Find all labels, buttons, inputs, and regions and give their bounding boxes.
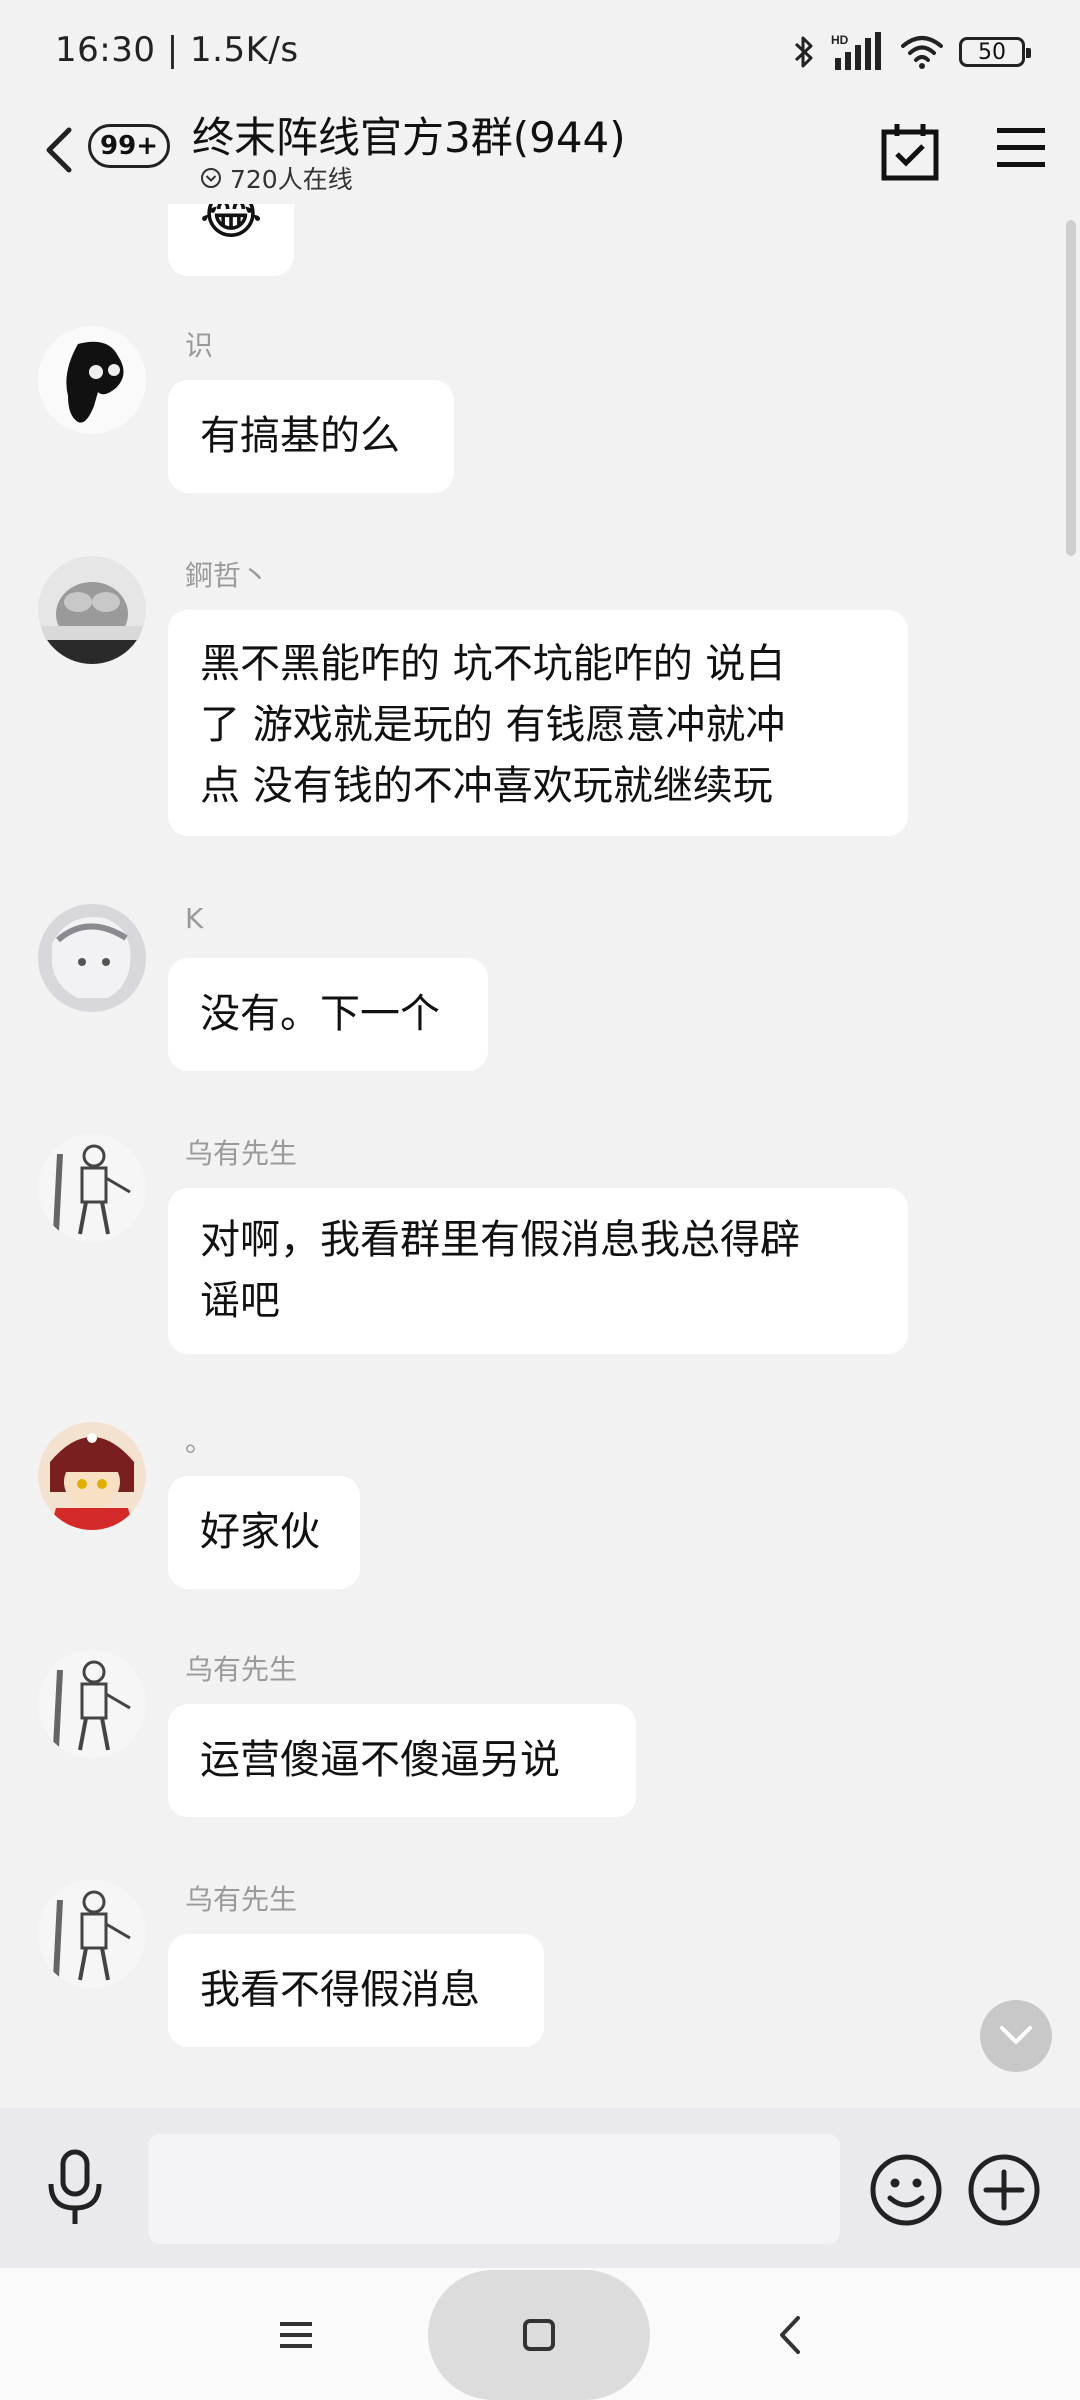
calendar-check-icon	[881, 124, 939, 181]
home-icon	[523, 2319, 555, 2351]
bluetooth-icon	[794, 36, 813, 68]
message-bubble[interactable]: 没有。下一个	[168, 958, 488, 1071]
scroll-to-bottom-button[interactable]	[980, 2000, 1052, 2072]
battery-level: 50	[978, 39, 1006, 65]
recents-icon	[280, 2322, 312, 2348]
home-button[interactable]	[428, 2270, 650, 2400]
signal-icon: HD	[831, 32, 881, 70]
avatar[interactable]	[38, 1134, 146, 1242]
message-bubble[interactable]: 黑不黑能咋的 坑不坑能咋的 说白 了 游戏就是玩的 有钱愿意冲就冲 点 没有钱的…	[168, 610, 908, 836]
emoji-icon	[870, 2154, 942, 2226]
emoji: 😂	[199, 204, 263, 246]
avatar[interactable]	[38, 1880, 146, 1988]
battery-icon: 50	[959, 37, 1031, 67]
online-count: 720人在线	[230, 165, 353, 194]
message-text: 我看不得假消息	[200, 1967, 480, 2013]
calendar-button[interactable]	[880, 120, 940, 182]
status-icons: HD 50	[793, 28, 1031, 76]
voice-button[interactable]	[40, 2148, 110, 2228]
message-text: 有搞基的么	[200, 413, 400, 459]
message-text: 运营傻逼不傻逼另说	[200, 1737, 560, 1783]
back-arrow-icon	[46, 127, 72, 173]
message-bubble[interactable]: 运营傻逼不傻逼另说	[168, 1704, 636, 1817]
sender-name: 乌有先生	[185, 1653, 298, 1686]
unread-badge[interactable]: 99+	[88, 124, 170, 168]
wifi-icon	[901, 36, 943, 69]
message-bubble[interactable]: 好家伙	[168, 1476, 360, 1589]
recents-button[interactable]	[276, 2318, 316, 2352]
back-icon	[780, 2316, 800, 2354]
message-line: 黑不黑能咋的 坑不坑能咋的 说白	[200, 641, 786, 687]
sender-name: 乌有先生	[185, 1883, 298, 1916]
input-bar	[0, 2108, 1080, 2268]
scrollbar[interactable]	[1066, 220, 1076, 556]
menu-icon	[997, 128, 1045, 167]
message-bubble[interactable]: 对啊，我看群里有假消息我总得辟 谣吧	[168, 1188, 908, 1354]
avatar[interactable]	[38, 326, 146, 434]
avatar[interactable]	[38, 1422, 146, 1530]
nav-back-button[interactable]	[774, 2312, 804, 2358]
avatar[interactable]	[38, 556, 146, 664]
message-bubble[interactable]: 有搞基的么	[168, 380, 454, 493]
status-time: 16:30 | 1.5K/s	[55, 30, 299, 70]
chat-message-list[interactable]: 😂 识 有搞基的么 錒哲丶 黑不黑能咋的 坑不坑能咋的 说白 了 游戏就是玩的 …	[0, 204, 1080, 2108]
message-line: 谣吧	[200, 1278, 280, 1324]
group-title[interactable]: 终末阵线官方3群(944)	[192, 104, 626, 165]
sender-name: 乌有先生	[185, 1137, 298, 1170]
chat-header: 99+ 终末阵线官方3群(944) 720人在线	[0, 100, 1080, 204]
chevron-down-icon	[1000, 2026, 1032, 2044]
message-line: 点 没有钱的不冲喜欢玩就继续玩	[200, 763, 773, 809]
partial-emoji-bubble[interactable]: 😂	[168, 204, 294, 276]
status-bar: 16:30 | 1.5K/s HD 50	[0, 0, 1080, 100]
sender-name: K	[185, 902, 204, 935]
sender-name: 识	[185, 329, 214, 362]
back-button[interactable]	[35, 120, 85, 180]
chevron-circle-icon	[201, 168, 221, 188]
online-status[interactable]: 720人在线	[200, 160, 353, 196]
hd-label: HD	[831, 33, 849, 47]
message-bubble[interactable]: 我看不得假消息	[168, 1934, 544, 2047]
avatar[interactable]	[38, 1650, 146, 1758]
navigation-bar	[0, 2268, 1080, 2400]
sender-name: 錒哲丶	[185, 559, 270, 592]
plus-icon	[968, 2154, 1040, 2226]
message-input[interactable]	[148, 2134, 840, 2244]
microphone-icon	[48, 2149, 102, 2224]
message-line: 了 游戏就是玩的 有钱愿意冲就冲	[200, 702, 786, 748]
sender-name: 。	[185, 1425, 214, 1458]
message-text: 好家伙	[200, 1509, 320, 1555]
message-text: 没有。下一个	[200, 991, 440, 1037]
avatar[interactable]	[38, 904, 146, 1012]
message-line: 对啊，我看群里有假消息我总得辟	[200, 1217, 800, 1263]
add-button[interactable]	[966, 2152, 1042, 2228]
emoji-button[interactable]	[868, 2152, 944, 2228]
menu-button[interactable]	[995, 122, 1047, 174]
